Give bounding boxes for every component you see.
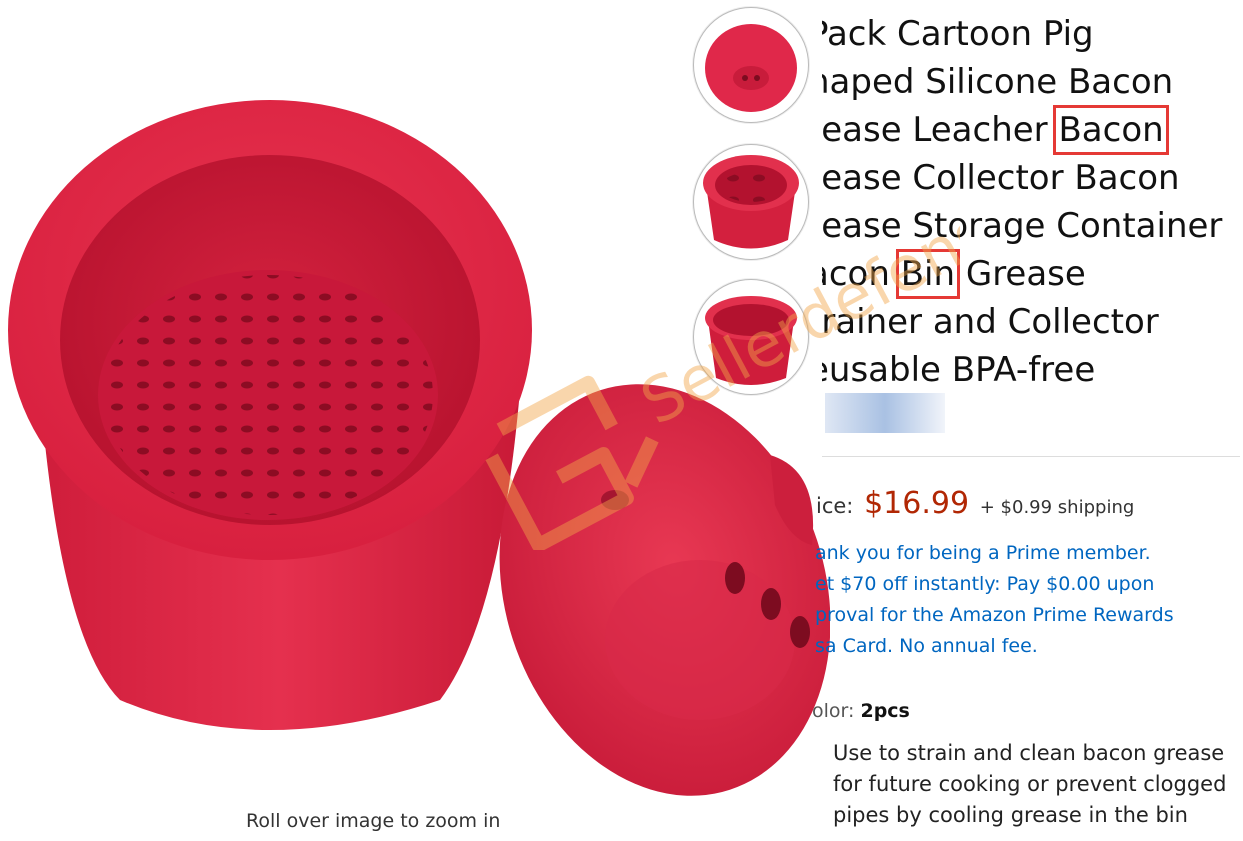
prime-rewards-offer[interactable]: ank you for being a Prime member. et $70… [815, 538, 1243, 662]
title-line: eusable BPA-free [822, 350, 1096, 390]
title-line: trainer and Collector [822, 302, 1159, 342]
price-amount: $16.99 [864, 486, 970, 521]
highlighted-keyword-bacon: Bacon [1053, 105, 1169, 155]
color-label: olor: [812, 700, 855, 722]
prime-badge [825, 393, 945, 433]
thumbnail-pig-lid[interactable] [694, 8, 808, 122]
prime-line[interactable]: sa Card. No annual fee. [815, 631, 1243, 662]
color-value: 2pcs [860, 700, 910, 722]
title-line: rease Storage Container [822, 206, 1223, 246]
color-selector: olor: 2pcs [812, 700, 910, 722]
product-description: Use to strain and clean bacon grease for… [833, 738, 1243, 831]
prime-line[interactable]: et $70 off instantly: Pay $0.00 upon [815, 569, 1243, 600]
price-row: ice: $16.99 + $0.99 shipping [816, 486, 1134, 521]
main-product-image[interactable] [0, 0, 831, 837]
divider [822, 456, 1240, 457]
zoom-hint: Roll over image to zoom in [246, 810, 501, 832]
shipping-cost: + $0.99 shipping [979, 497, 1135, 518]
title-text: acon [822, 254, 890, 294]
thumbnail-container[interactable] [694, 280, 808, 394]
thumbnail-strainer[interactable] [694, 145, 808, 259]
description-line: pipes by cooling grease in the bin [833, 803, 1188, 827]
description-line: Use to strain and clean bacon grease [833, 741, 1225, 765]
prime-line[interactable]: proval for the Amazon Prime Rewards [815, 600, 1243, 631]
price-label: ice: [816, 494, 854, 518]
title-text: Grease [965, 254, 1086, 294]
prime-line[interactable]: ank you for being a Prime member. [815, 538, 1243, 569]
title-text: rease Leacher [822, 110, 1048, 150]
title-line: acon Bin Grease [822, 249, 1243, 299]
highlighted-keyword-bin: Bin [895, 249, 961, 299]
description-line: for future cooking or prevent clogged [833, 772, 1227, 796]
title-line: Pack Cartoon Pig [822, 14, 1094, 54]
title-line: rease Leacher Bacon [822, 105, 1243, 155]
product-title: Pack Cartoon Pig haped Silicone Bacon re… [822, 10, 1243, 394]
title-line: haped Silicone Bacon [822, 62, 1174, 102]
title-line: rease Collector Bacon [822, 158, 1180, 198]
